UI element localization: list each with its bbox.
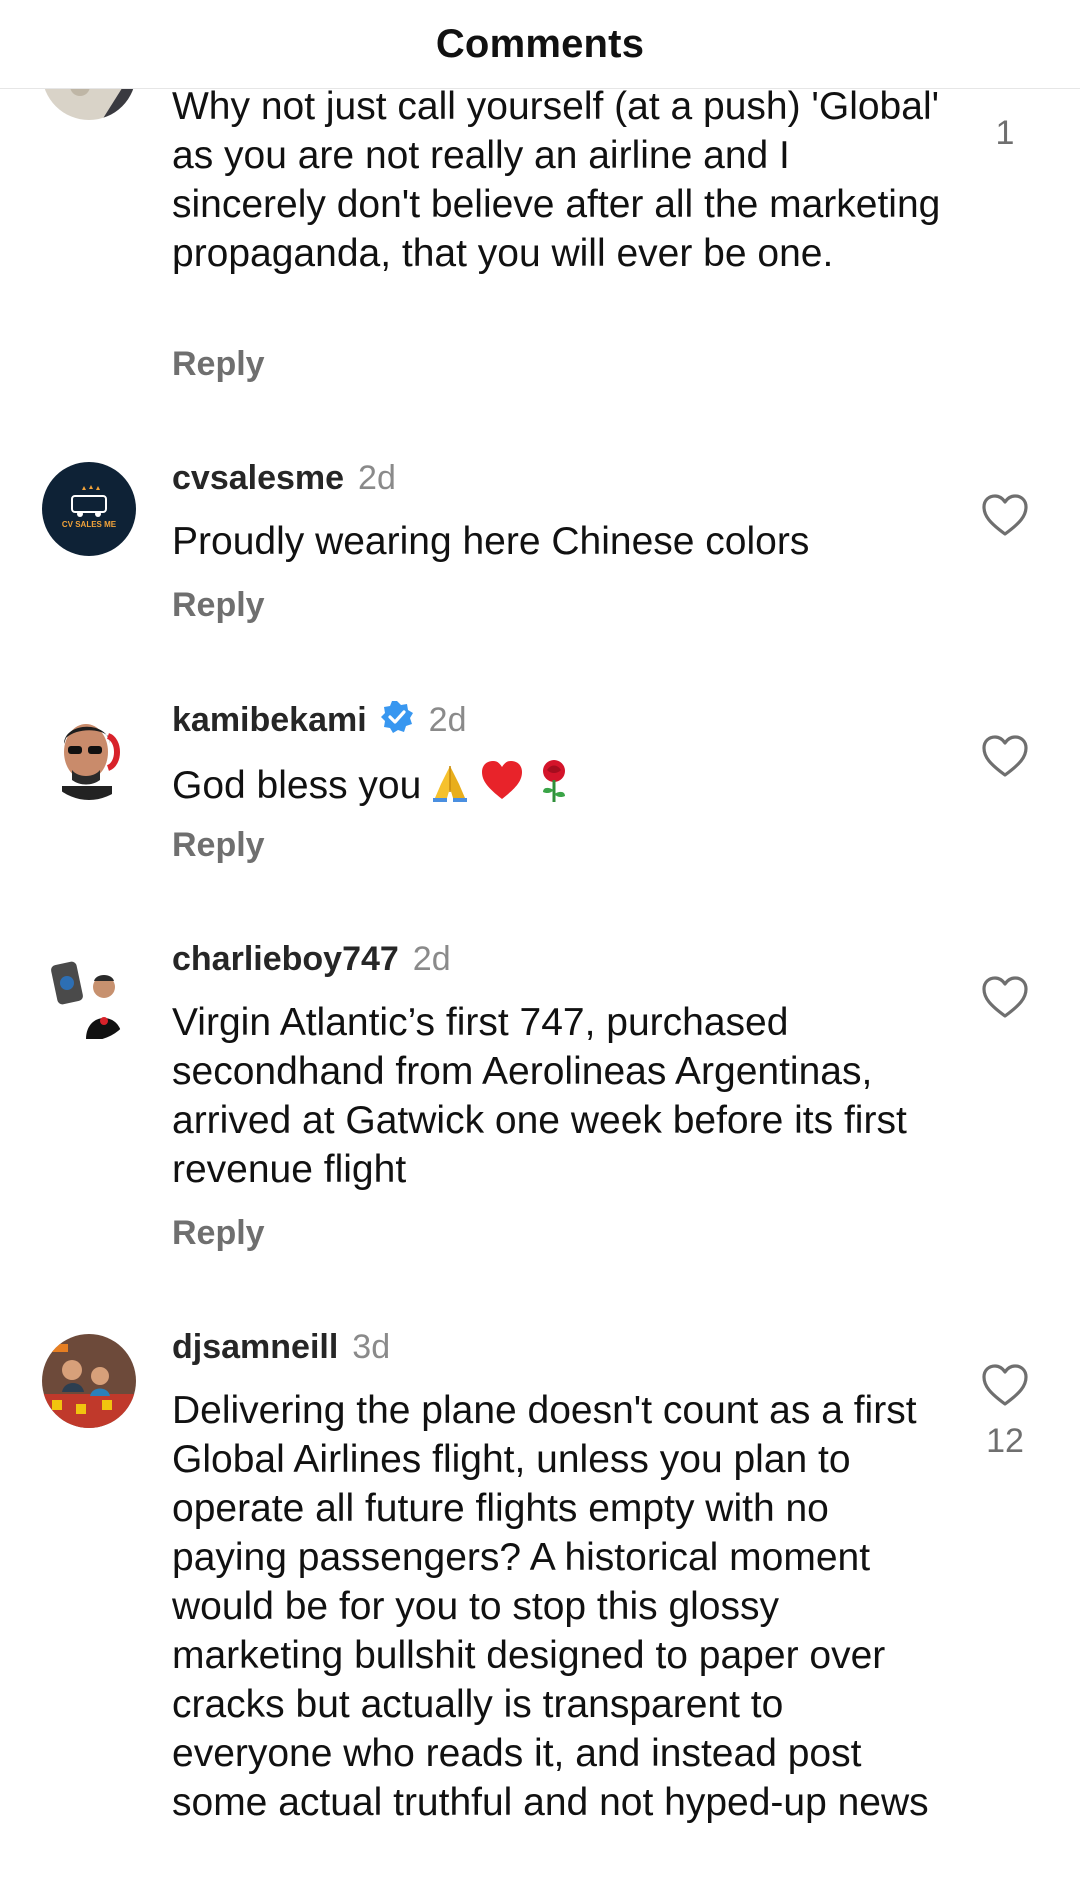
username[interactable]: charlieboy747	[172, 940, 399, 978]
comment-text-body: God bless you	[172, 764, 422, 807]
folded-hands-icon	[427, 758, 473, 816]
comment-meta: cvsalesme 2d	[172, 459, 396, 498]
reply-button[interactable]: Reply	[172, 586, 265, 625]
avatar[interactable]	[42, 706, 136, 800]
comment-text: Why not just call yourself (at a push) '…	[172, 85, 941, 275]
page-title: Comments	[435, 21, 645, 66]
avatar[interactable]	[42, 1334, 136, 1428]
avatar[interactable]: CV SALES ME	[42, 462, 136, 556]
timestamp: 3d	[352, 1328, 391, 1366]
username[interactable]: cvsalesme	[172, 459, 344, 497]
like-heart-icon[interactable]	[980, 974, 1030, 1020]
username[interactable]: kamibekami	[172, 701, 367, 739]
verified-badge-icon	[379, 699, 415, 744]
timestamp: 2d	[358, 459, 396, 497]
comment-meta: kamibekami 2d	[172, 699, 467, 744]
timestamp: 2d	[428, 701, 467, 739]
red-heart-icon	[479, 758, 525, 816]
comment-text: Delivering the plane doesn't count as a …	[172, 1389, 929, 1824]
reply-button[interactable]: Reply	[172, 826, 265, 865]
avatar[interactable]	[42, 947, 136, 1041]
like-count: 1	[995, 114, 1015, 152]
reply-button[interactable]: Reply	[172, 345, 265, 384]
rose-icon	[531, 758, 577, 816]
comment-text: God bless you	[172, 758, 942, 816]
like-count: 12	[986, 1422, 1024, 1460]
timestamp: 2d	[412, 940, 451, 978]
like-heart-icon[interactable]	[980, 492, 1030, 538]
like-heart-icon[interactable]	[980, 733, 1030, 779]
avatar-logo-text: CV SALES ME	[62, 520, 117, 529]
comment-meta: djsamneill 3d	[172, 1328, 390, 1367]
like-heart-icon[interactable]	[980, 1362, 1030, 1408]
comment-text: Virgin Atlantic’s first 747, purchased s…	[172, 1001, 907, 1191]
comment-text: Proudly wearing here Chinese colors	[172, 520, 810, 563]
comment-meta: charlieboy747 2d	[172, 940, 451, 979]
comments-header: Comments	[0, 0, 1080, 89]
reply-button[interactable]: Reply	[172, 1214, 265, 1253]
username[interactable]: djsamneill	[172, 1328, 338, 1366]
